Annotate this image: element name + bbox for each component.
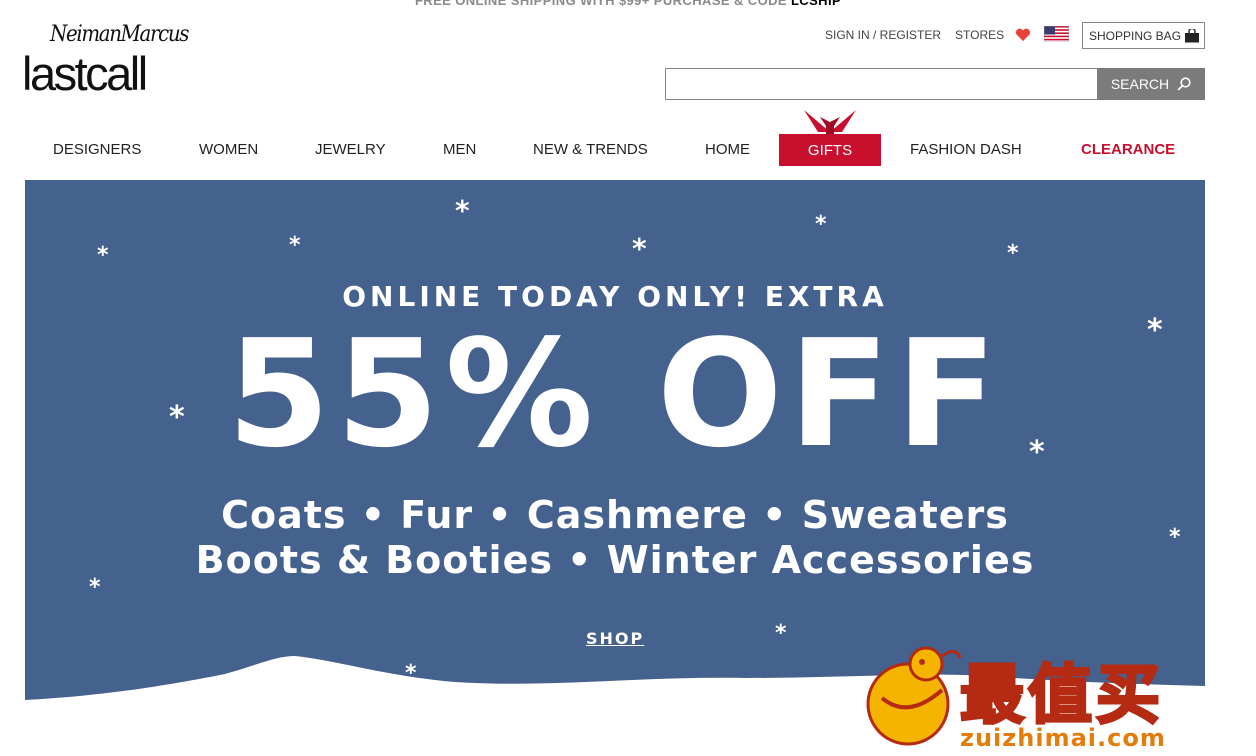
nav-clearance[interactable]: CLEARANCE bbox=[1081, 130, 1175, 168]
hero-banner[interactable]: * * * * * * * * * * * * * ONLINE TODAY O… bbox=[25, 180, 1205, 706]
sign-in-link[interactable]: SIGN IN / REGISTER bbox=[825, 24, 941, 46]
nav-gifts[interactable]: GIFTS bbox=[779, 134, 881, 166]
logo-brand: NeimanMarcus bbox=[50, 22, 189, 47]
hero-categories-line1: Coats • Fur • Cashmere • Sweaters bbox=[221, 493, 1009, 537]
stores-link[interactable]: STORES bbox=[955, 24, 1004, 46]
heart-icon[interactable] bbox=[1015, 24, 1031, 46]
bag-icon bbox=[1185, 28, 1200, 42]
svg-text:*: * bbox=[815, 212, 827, 237]
svg-text:*: * bbox=[455, 194, 470, 227]
nav-new-trends[interactable]: NEW & TRENDS bbox=[533, 130, 648, 168]
nav-women[interactable]: WOMEN bbox=[199, 130, 258, 168]
shopping-bag-button[interactable]: SHOPPING BAG bbox=[1082, 22, 1205, 49]
nav-designers[interactable]: DESIGNERS bbox=[53, 130, 141, 168]
promo-text: FREE ONLINE SHIPPING WITH $99+ PURCHASE … bbox=[414, 0, 791, 8]
hero-categories-line2: Boots & Booties • Winter Accessories bbox=[195, 538, 1035, 582]
nav-men[interactable]: MEN bbox=[443, 130, 476, 168]
watermark-text: 最值买 bbox=[959, 658, 1164, 735]
svg-text:*: * bbox=[1007, 241, 1019, 266]
main-nav: DESIGNERS WOMEN JEWELRY MEN NEW & TRENDS… bbox=[0, 110, 1256, 168]
gift-bow-icon bbox=[804, 110, 856, 134]
search-icon bbox=[1177, 77, 1191, 91]
svg-text:*: * bbox=[289, 233, 301, 258]
site-watermark: 最值买 zuizhimai.com bbox=[862, 640, 1252, 752]
search-button[interactable]: SEARCH bbox=[1097, 68, 1205, 100]
promo-bar: FREE ONLINE SHIPPING WITH $99+ PURCHASE … bbox=[0, 0, 1256, 8]
search-button-label: SEARCH bbox=[1110, 76, 1170, 92]
promo-code: LCSHIP bbox=[790, 0, 842, 8]
shopping-bag-label: SHOPPING BAG bbox=[1089, 28, 1182, 43]
mascot-icon bbox=[866, 646, 962, 746]
site-logo[interactable]: NeimanMarcus lastcall bbox=[22, 22, 194, 104]
logo-wordmark: lastcall bbox=[22, 47, 148, 100]
hero-discount: 55% OFF bbox=[227, 308, 1003, 480]
svg-text:*: * bbox=[632, 232, 647, 265]
watermark-url: zuizhimai.com bbox=[960, 724, 1166, 752]
search-input[interactable] bbox=[665, 68, 1097, 100]
nav-fashion-dash[interactable]: FASHION DASH bbox=[910, 130, 1022, 168]
nav-jewelry[interactable]: JEWELRY bbox=[315, 130, 386, 168]
nav-home[interactable]: HOME bbox=[705, 130, 750, 168]
us-flag-icon[interactable] bbox=[1043, 25, 1070, 43]
search-bar: SEARCH bbox=[665, 68, 1205, 100]
svg-text:*: * bbox=[97, 243, 109, 268]
